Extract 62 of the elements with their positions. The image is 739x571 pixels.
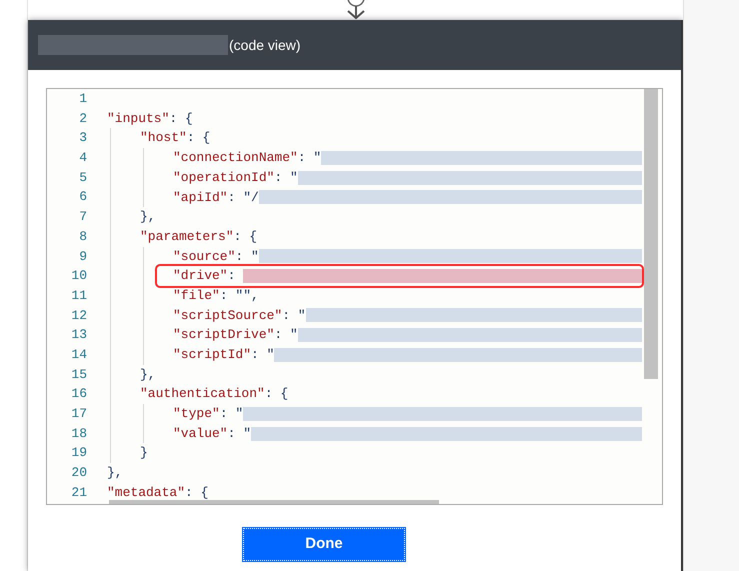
line-number: 9 [79,248,87,266]
line-number: 12 [71,306,87,325]
code-text: } [140,444,148,462]
code-text: : { [186,129,210,148]
line-number: 16 [71,385,87,404]
line-number: 17 [71,405,87,423]
code-text: : " [274,326,298,344]
line-number: 10 [71,267,87,286]
code-text: : " [282,306,306,325]
json-key: "value" [173,424,228,444]
json-key: "inputs" [107,108,170,128]
vertical-scrollbar[interactable] [644,89,658,379]
code-text: : "", [220,286,259,305]
json-key: "host" [140,128,187,148]
dialog-title: (code view) [229,36,301,55]
code-text: : " [220,405,244,424]
done-button[interactable]: Done [242,527,406,562]
code-text: }, [107,464,123,482]
code-text: : " [251,346,274,364]
code-text: : " [298,149,322,168]
json-key: "drive" [173,266,228,286]
line-number: 14 [71,346,87,364]
line-number: 21 [71,484,87,502]
json-key: "scriptDrive" [173,325,274,345]
json-key: "metadata" [107,482,186,502]
code-text: : " [235,248,259,266]
code-text: : " [274,168,298,187]
line-number: 19 [71,444,87,462]
code-text: }, [140,208,156,226]
code-text: : [228,267,236,286]
line-number: 7 [79,208,87,226]
json-key: "parameters" [140,226,234,246]
line-number: 3 [79,129,87,148]
line-number: 8 [79,228,87,246]
json-key: "scriptId" [173,345,252,365]
code-text: : { [169,110,193,128]
line-number: 13 [71,326,87,344]
json-key: "connectionName" [173,148,298,168]
line-number: 5 [79,168,87,187]
code-text: : { [234,228,258,246]
json-key: "operationId" [173,168,274,188]
code-text: : { [264,385,288,404]
code-editor[interactable] [46,88,663,505]
line-number: 11 [71,286,87,305]
line-number: 18 [71,424,87,443]
line-number: 1 [79,90,87,108]
code-text: : { [185,484,208,502]
json-key: "scriptSource" [173,306,282,326]
code-text: : "/ [228,188,259,207]
code-text: : " [228,424,252,443]
json-key: "type" [173,404,220,424]
line-number: 20 [71,464,87,482]
json-key: "apiId" [173,188,228,208]
horizontal-scrollbar[interactable] [109,500,439,504]
json-key: "authentication" [140,384,265,404]
line-number: 4 [79,149,87,168]
line-number: 15 [71,366,87,384]
line-number: 2 [79,110,87,128]
line-number: 6 [79,188,87,206]
json-key: "file" [173,286,220,306]
code-text: }, [140,366,156,384]
json-key: "source" [173,246,236,266]
